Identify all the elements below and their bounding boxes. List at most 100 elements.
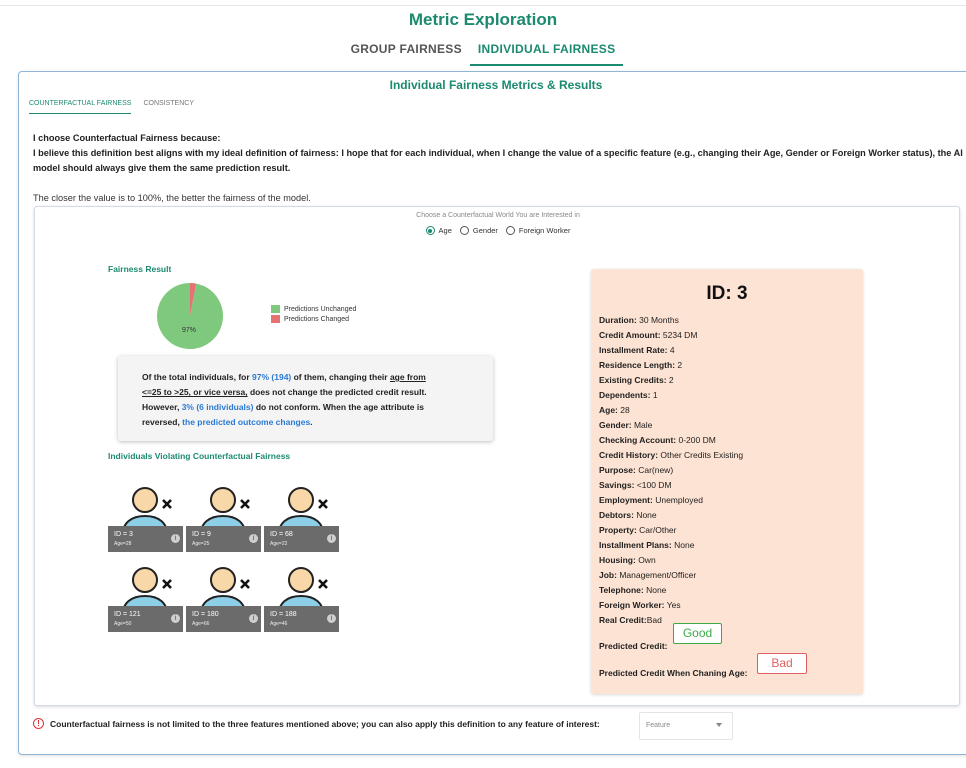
- radio-gender[interactable]: [459, 226, 469, 235]
- fairness-pie-chart: 97%: [157, 283, 223, 349]
- violation-tile[interactable]: ID = 180 Age=66 i: [186, 560, 261, 632]
- detail-key: Real Credit:: [599, 615, 647, 625]
- info-icon[interactable]: i: [249, 614, 258, 623]
- tile-id: ID = 180: [192, 611, 219, 618]
- tile-age: Age=46: [270, 621, 288, 627]
- detail-value: Own: [635, 555, 656, 565]
- summary-highlight-unchanged: 97% (194): [252, 372, 292, 382]
- detail-row: Age: 28: [599, 403, 743, 418]
- tile-id: ID = 9: [192, 531, 211, 538]
- top-tab-bar: GROUP FAIRNESS INDIVIDUAL FAIRNESS: [0, 42, 966, 66]
- radio-foreign-worker-label: Foreign Worker: [518, 226, 571, 235]
- tile-id: ID = 121: [114, 611, 141, 618]
- detail-value: None: [671, 540, 695, 550]
- fairness-result-title: Fairness Result: [108, 264, 172, 274]
- page-title: Metric Exploration: [408, 10, 558, 29]
- detail-value: 4: [667, 345, 675, 355]
- detail-row: Foreign Worker: Yes: [599, 598, 743, 613]
- legend-item-unchanged: Predictions Unchanged: [271, 304, 356, 314]
- legend-swatch-unchanged: [271, 305, 280, 313]
- violation-tile[interactable]: ID = 68 Age=22 i: [264, 480, 339, 552]
- radio-option-age[interactable]: Age: [425, 226, 452, 235]
- radio-option-gender[interactable]: Gender: [459, 226, 498, 235]
- radio-foreign-worker[interactable]: [505, 226, 515, 235]
- violation-tile[interactable]: ID = 188 Age=46 i: [264, 560, 339, 632]
- detail-key: Residence Length:: [599, 360, 676, 370]
- info-icon[interactable]: i: [249, 534, 258, 543]
- alert-circle-icon: !: [33, 718, 44, 729]
- detail-value: None: [643, 585, 667, 595]
- tab-individual-fairness[interactable]: INDIVIDUAL FAIRNESS: [469, 42, 624, 66]
- violation-tile[interactable]: ID = 9 Age=25 i: [186, 480, 261, 552]
- radio-age[interactable]: [425, 226, 435, 235]
- detail-row: Installment Rate: 4: [599, 343, 743, 358]
- detail-key: Telephone:: [599, 585, 644, 595]
- summary-text-1: Of the total individuals, for: [142, 372, 253, 382]
- legend-label-changed: Predictions Changed: [284, 315, 349, 323]
- detail-key: Credit History:: [599, 450, 659, 460]
- detail-row: Property: Car/Other: [599, 523, 743, 538]
- tab-consistency[interactable]: CONSISTENCY: [143, 100, 194, 114]
- radio-option-foreign-worker[interactable]: Foreign Worker: [505, 226, 571, 235]
- summary-text-4: However,: [142, 402, 182, 412]
- pie-legend: Predictions Unchanged Predictions Change…: [271, 304, 356, 324]
- tile-age: Age=66: [192, 621, 210, 627]
- counterfactual-prompt: Choose a Counterfactual World You are In…: [416, 212, 580, 219]
- detail-value: None: [633, 510, 657, 520]
- caret-down-icon: [716, 723, 722, 727]
- bottom-note-text: Counterfactual fairness is not limited t…: [50, 718, 600, 729]
- radio-gender-label: Gender: [472, 226, 498, 235]
- detail-key: Foreign Worker:: [599, 600, 665, 610]
- predicted-when-changing-label: Predicted Credit When Chaning Age:: [599, 668, 748, 678]
- bottom-note: ! Counterfactual fairness is not limited…: [33, 718, 600, 729]
- info-icon[interactable]: i: [327, 534, 336, 543]
- predicted-credit-badge: Good: [673, 623, 722, 644]
- detail-key: Job:: [599, 570, 617, 580]
- detail-value: Car/Other: [636, 525, 677, 535]
- detail-key: Existing Credits:: [599, 375, 667, 385]
- detail-value: 2: [666, 375, 674, 385]
- detail-row: Credit History: Other Credits Existing: [599, 448, 743, 463]
- tile-age: Age=25: [192, 541, 210, 547]
- summary-age-range-2: <=25 to >25, or vice versa,: [142, 387, 248, 397]
- radio-age-label: Age: [438, 226, 452, 235]
- predicted-credit-label: Predicted Credit:: [599, 641, 668, 651]
- summary-text-5: do not conform. When the age attribute i…: [253, 402, 424, 412]
- detail-key: Credit Amount:: [599, 330, 661, 340]
- detail-key: Dependents:: [599, 390, 651, 400]
- top-divider: [0, 5, 966, 6]
- tab-counterfactual-fairness[interactable]: COUNTERFACTUAL FAIRNESS: [29, 100, 132, 114]
- detail-row: Purpose: Car(new): [599, 463, 743, 478]
- detail-value: <100 DM: [634, 480, 672, 490]
- info-icon[interactable]: i: [171, 534, 180, 543]
- feature-select[interactable]: Feature: [639, 712, 733, 740]
- detail-value: 5234 DM: [660, 330, 698, 340]
- tab-group-fairness[interactable]: GROUP FAIRNESS: [343, 42, 470, 66]
- summary-text-2: of them, changing their: [291, 372, 390, 382]
- tile-age: Age=50: [114, 621, 132, 627]
- info-icon[interactable]: i: [327, 614, 336, 623]
- card-title: Individual Fairness Metrics & Results: [389, 78, 603, 92]
- violation-tile[interactable]: ID = 121 Age=50 i: [108, 560, 183, 632]
- counterfactual-radio-group: Age Gender Foreign Worker: [35, 226, 961, 235]
- info-icon[interactable]: i: [171, 614, 180, 623]
- tile-id: ID = 68: [270, 531, 293, 538]
- detail-key: Savings:: [599, 480, 635, 490]
- detail-key: Purpose:: [599, 465, 636, 475]
- summary-highlight-outcome: the predicted outcome changes: [182, 417, 311, 427]
- detail-key: Installment Plans:: [599, 540, 672, 550]
- tile-age: Age=22: [270, 541, 288, 547]
- pie-percent-label: 97%: [182, 327, 196, 334]
- individual-detail-card: ID: 3 Duration: 30 Months Credit Amount:…: [591, 269, 863, 694]
- detail-row: Savings: <100 DM: [599, 478, 743, 493]
- predicted-when-changing-badge: Bad: [757, 653, 807, 674]
- detail-value: Car(new): [635, 465, 674, 475]
- detail-key: Installment Rate:: [599, 345, 668, 355]
- detail-row: Housing: Own: [599, 553, 743, 568]
- detail-key: Debtors:: [599, 510, 634, 520]
- reason-text: I choose Counterfactual Fairness because…: [33, 131, 963, 176]
- detail-key: Employment:: [599, 495, 653, 505]
- detail-key: Checking Account:: [599, 435, 677, 445]
- detail-value: Unemployed: [652, 495, 703, 505]
- violation-tile[interactable]: ID = 3 Age=28 i: [108, 480, 183, 552]
